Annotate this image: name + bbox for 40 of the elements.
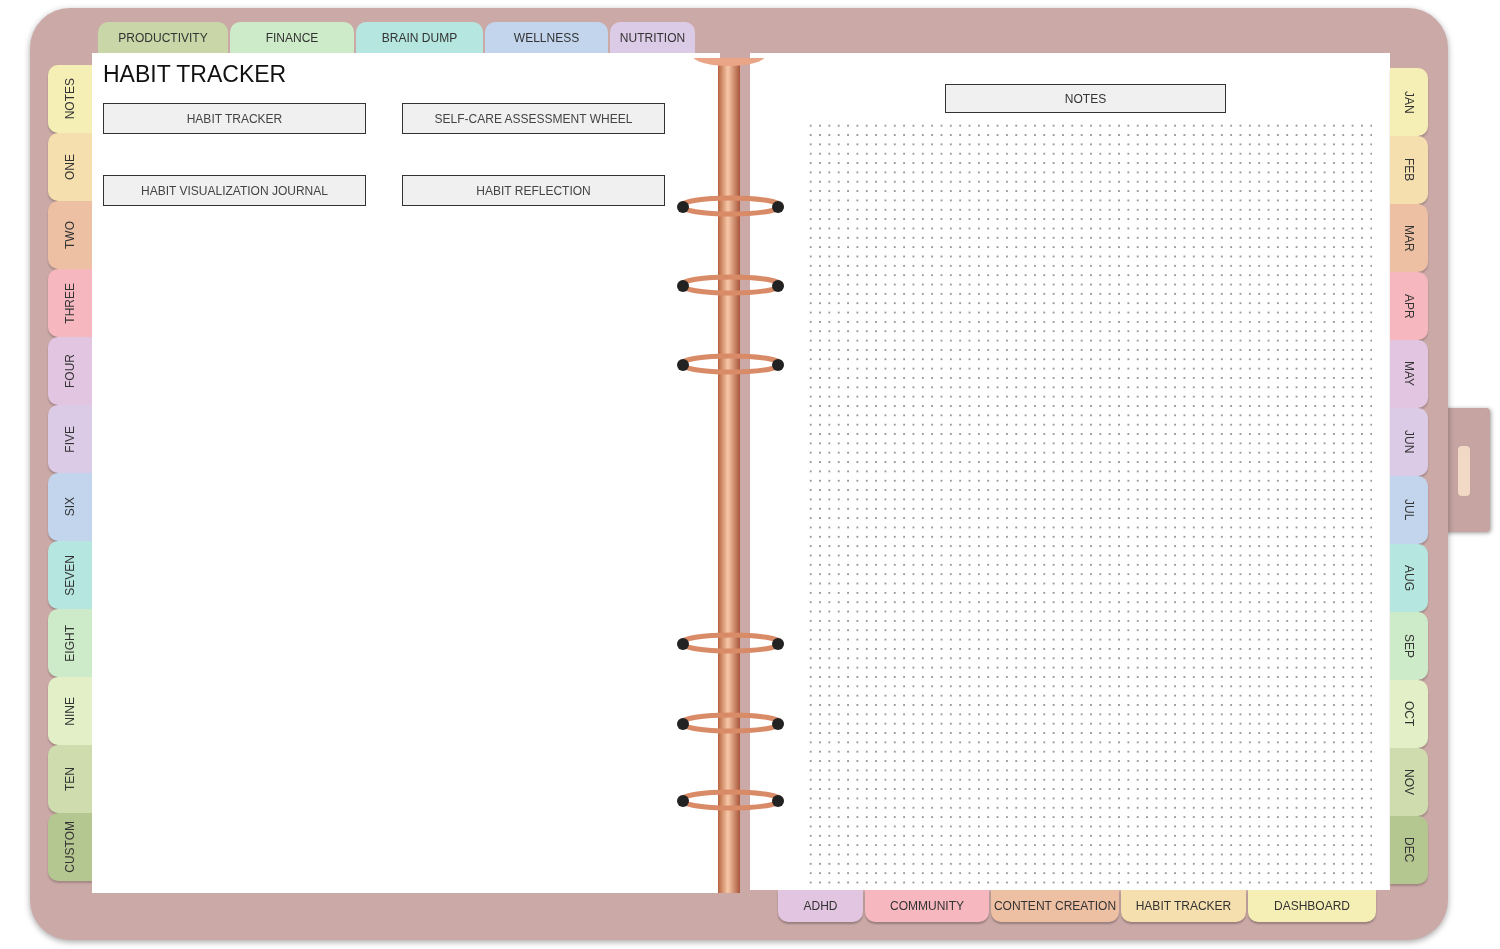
section-tab[interactable]: NINE — [48, 677, 92, 745]
section-tab[interactable]: NUTRITION — [610, 22, 695, 53]
month-tab[interactable]: NOV — [1390, 748, 1428, 816]
section-tab[interactable]: PRODUCTIVITY — [98, 22, 228, 53]
page-link-button[interactable]: HABIT TRACKER — [103, 103, 366, 134]
month-tab[interactable]: MAY — [1390, 340, 1428, 408]
notes-label: NOTES — [945, 84, 1226, 113]
month-tab[interactable]: JUL — [1390, 476, 1428, 544]
month-tab[interactable]: SEP — [1390, 612, 1428, 680]
month-tab[interactable]: OCT — [1390, 680, 1428, 748]
section-tab[interactable]: ADHD — [778, 890, 863, 922]
section-tab[interactable]: SEVEN — [48, 541, 92, 609]
section-tab[interactable]: EIGHT — [48, 609, 92, 677]
month-tab[interactable]: JUN — [1390, 408, 1428, 476]
section-tab[interactable]: FINANCE — [230, 22, 354, 53]
section-tab[interactable]: BRAIN DUMP — [356, 22, 483, 53]
month-tab[interactable]: MAR — [1390, 204, 1428, 272]
section-tab[interactable]: FIVE — [48, 405, 92, 473]
month-tab[interactable]: FEB — [1390, 136, 1428, 204]
section-tab[interactable]: FOUR — [48, 337, 92, 405]
page-link-button[interactable]: HABIT REFLECTION — [402, 175, 665, 206]
section-tab[interactable]: SIX — [48, 473, 92, 541]
month-tab[interactable]: AUG — [1390, 544, 1428, 612]
month-tab[interactable]: JAN — [1390, 68, 1428, 136]
section-tab[interactable]: HABIT TRACKER — [1121, 890, 1246, 922]
page-title: HABIT TRACKER — [103, 61, 288, 88]
month-tab[interactable]: DEC — [1390, 816, 1428, 884]
section-tab[interactable]: NOTES — [48, 65, 92, 133]
section-tab[interactable]: ONE — [48, 133, 92, 201]
section-tab[interactable]: TWO — [48, 201, 92, 269]
section-tab[interactable]: WELLNESS — [485, 22, 608, 53]
section-tab[interactable]: CONTENT CREATION — [991, 890, 1119, 922]
section-tab[interactable]: TEN — [48, 745, 92, 813]
section-tab[interactable]: THREE — [48, 269, 92, 337]
section-tab[interactable]: COMMUNITY — [865, 890, 989, 922]
section-tab[interactable]: CUSTOM — [48, 813, 92, 881]
section-tab[interactable]: DASHBOARD — [1248, 890, 1376, 922]
page-link-button[interactable]: HABIT VISUALIZATION JOURNAL — [103, 175, 366, 206]
month-tab[interactable]: APR — [1390, 272, 1428, 340]
page-link-button[interactable]: SELF-CARE ASSESSMENT WHEEL — [402, 103, 665, 134]
